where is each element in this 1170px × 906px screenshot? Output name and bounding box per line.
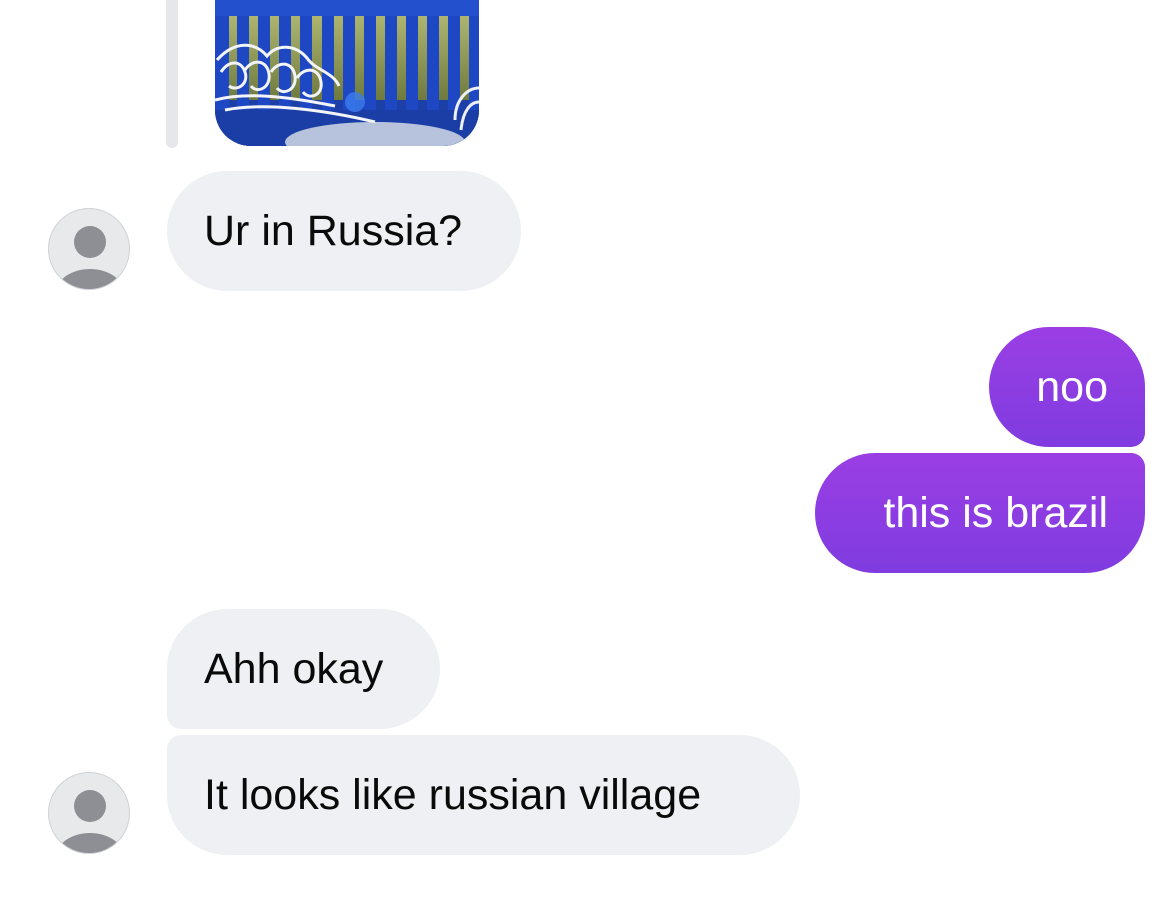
message-text: It looks like russian village xyxy=(204,770,702,819)
message-bubble-incoming[interactable]: It looks like russian village xyxy=(167,735,800,855)
shared-photo[interactable] xyxy=(215,0,479,146)
message-bubble-outgoing[interactable]: noo xyxy=(989,327,1145,447)
contact-avatar[interactable] xyxy=(48,208,130,290)
message-text: Ur in Russia? xyxy=(204,206,463,255)
reply-thread-line xyxy=(166,0,178,148)
message-text: noo xyxy=(1036,362,1108,411)
person-icon xyxy=(56,790,124,853)
person-icon xyxy=(56,226,124,289)
photo-image xyxy=(215,0,479,146)
message-text: Ahh okay xyxy=(204,644,384,693)
message-bubble-incoming[interactable]: Ur in Russia? xyxy=(167,171,521,291)
contact-avatar[interactable] xyxy=(48,772,130,854)
message-bubble-outgoing[interactable]: this is brazil xyxy=(815,453,1145,573)
message-bubble-incoming[interactable]: Ahh okay xyxy=(167,609,440,729)
message-text: this is brazil xyxy=(883,488,1108,537)
